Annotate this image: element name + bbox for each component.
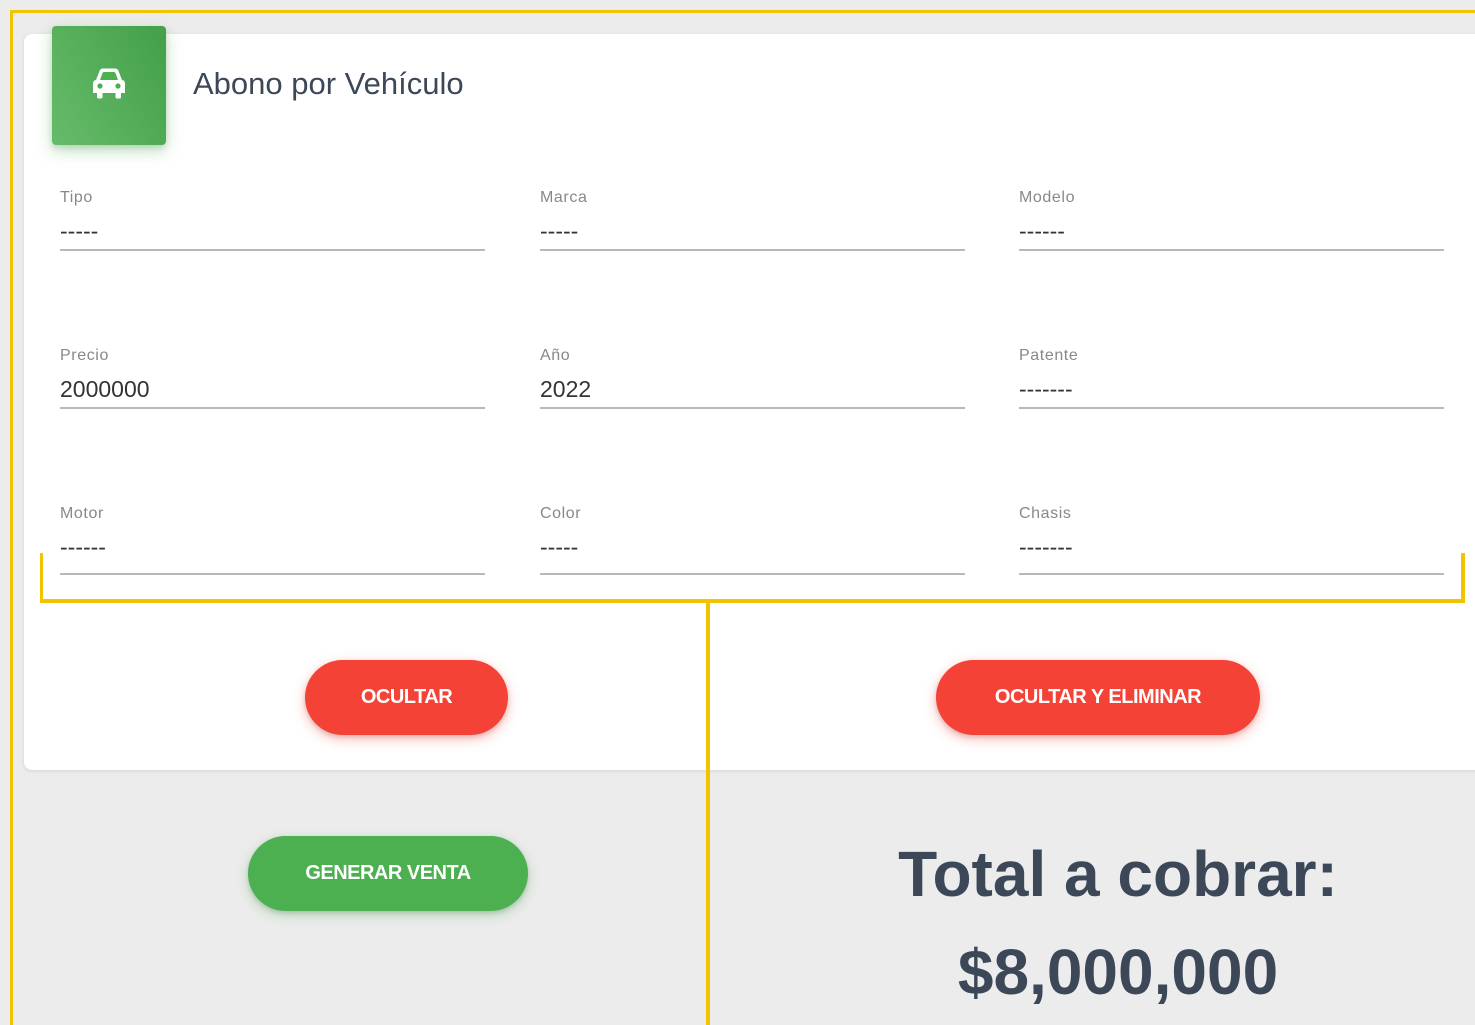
marca-value[interactable]: ----- [540, 216, 578, 246]
car-icon [90, 66, 128, 105]
patente-underline [1019, 407, 1444, 409]
motor-field[interactable]: Motor ------ [60, 504, 485, 584]
anio-value[interactable]: 2022 [540, 374, 591, 404]
chasis-label: Chasis [1019, 505, 1072, 522]
bracket-right-tick [1461, 553, 1465, 603]
motor-value[interactable]: ------ [60, 532, 106, 562]
precio-label: Precio [60, 347, 109, 364]
motor-underline [60, 573, 485, 575]
highlight-frame-left [10, 10, 13, 1025]
chasis-underline [1019, 573, 1444, 575]
anio-field[interactable]: Año 2022 [540, 346, 965, 426]
anio-underline [540, 407, 965, 409]
card-title: Abono por Vehículo [193, 66, 464, 101]
patente-field[interactable]: Patente ------- [1019, 346, 1444, 426]
highlight-frame-top [10, 10, 1475, 13]
patente-value[interactable]: ------- [1019, 374, 1073, 404]
bracket-left-tick [40, 553, 43, 603]
marca-underline [540, 249, 965, 251]
generar-venta-button[interactable]: GENERAR VENTA [248, 836, 528, 911]
tipo-field[interactable]: Tipo ----- [60, 188, 485, 268]
modelo-label: Modelo [1019, 189, 1076, 206]
precio-field[interactable]: Precio 2000000 [60, 346, 485, 426]
color-label: Color [540, 505, 582, 522]
marca-label: Marca [540, 189, 588, 206]
modelo-field[interactable]: Modelo ------ [1019, 188, 1444, 268]
chasis-field[interactable]: Chasis ------- [1019, 504, 1444, 584]
precio-underline [60, 407, 485, 409]
modelo-value[interactable]: ------ [1019, 216, 1065, 246]
tipo-label: Tipo [60, 189, 93, 206]
color-field[interactable]: Color ----- [540, 504, 965, 584]
tipo-underline [60, 249, 485, 251]
ocultar-eliminar-button[interactable]: OCULTAR Y ELIMINAR [936, 660, 1260, 735]
motor-label: Motor [60, 505, 104, 522]
total-label: Total a cobrar: [898, 838, 1338, 910]
anio-label: Año [540, 347, 571, 364]
ocultar-button[interactable]: OCULTAR [305, 660, 508, 735]
color-underline [540, 573, 965, 575]
chasis-value[interactable]: ------- [1019, 532, 1073, 562]
bracket-horizontal [40, 599, 1465, 603]
patente-label: Patente [1019, 347, 1079, 364]
precio-value[interactable]: 2000000 [60, 374, 150, 404]
total-amount: $8,000,000 [957, 936, 1279, 1008]
bracket-stem [706, 599, 710, 1025]
tipo-value[interactable]: ----- [60, 216, 98, 246]
color-value[interactable]: ----- [540, 532, 578, 562]
modelo-underline [1019, 249, 1444, 251]
card-header-icon [52, 26, 166, 145]
marca-field[interactable]: Marca ----- [540, 188, 965, 268]
